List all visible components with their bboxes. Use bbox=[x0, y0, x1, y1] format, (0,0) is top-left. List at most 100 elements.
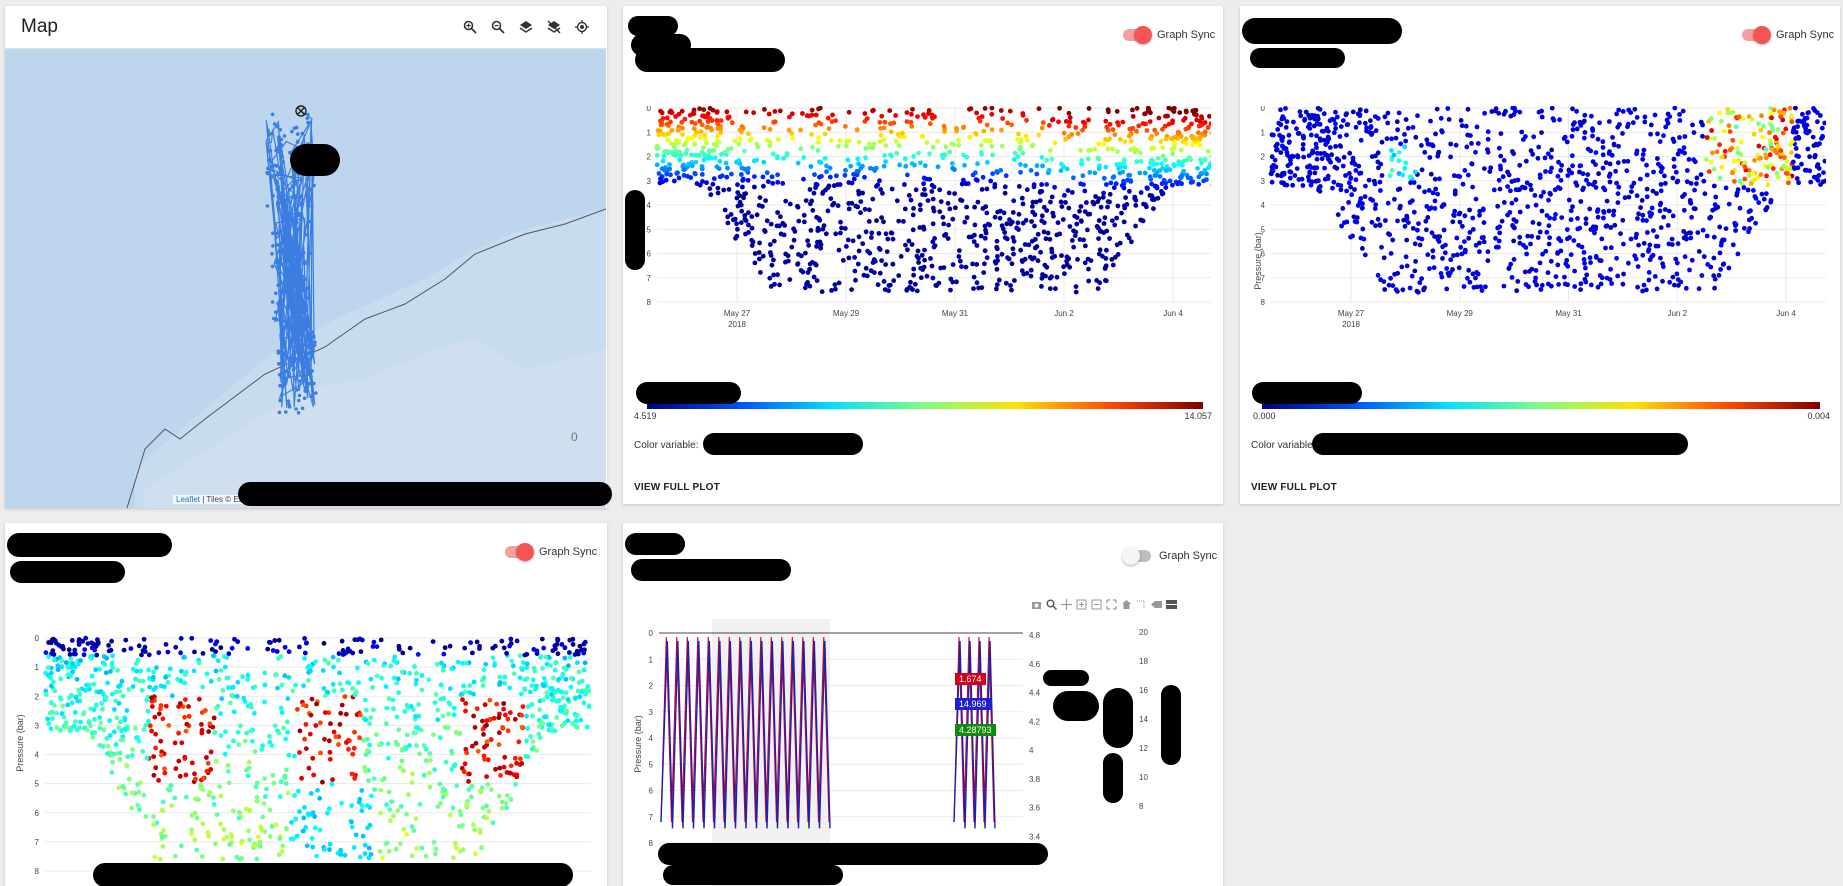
data-point bbox=[1789, 114, 1794, 120]
zoom-in-icon[interactable] bbox=[461, 18, 479, 36]
autoscale-icon[interactable] bbox=[1106, 599, 1117, 610]
track-point bbox=[283, 218, 287, 223]
data-point bbox=[106, 643, 111, 648]
data-point bbox=[1110, 262, 1116, 268]
redaction bbox=[636, 382, 741, 404]
data-point bbox=[752, 184, 757, 190]
data-point bbox=[576, 669, 582, 675]
spike-lines-icon[interactable] bbox=[1136, 599, 1147, 610]
data-point bbox=[484, 722, 489, 728]
data-point bbox=[146, 667, 152, 673]
data-point bbox=[419, 845, 425, 851]
graph-sync-switch[interactable] bbox=[1122, 547, 1151, 565]
data-point bbox=[1746, 217, 1752, 223]
zoom-out-icon[interactable] bbox=[1091, 599, 1102, 610]
data-point bbox=[559, 642, 565, 647]
layers-icon[interactable] bbox=[517, 18, 535, 36]
data-point bbox=[1694, 181, 1699, 187]
data-point bbox=[1622, 195, 1628, 201]
graph-sync-toggle[interactable]: Graph Sync bbox=[1123, 26, 1215, 44]
scatter-plot-3[interactable]: 012345678 Pressure (bar) bbox=[11, 623, 591, 886]
data-point bbox=[815, 227, 821, 233]
track-point bbox=[300, 131, 305, 136]
data-point bbox=[929, 115, 935, 120]
data-point bbox=[63, 725, 69, 730]
data-point bbox=[1566, 168, 1572, 174]
data-point bbox=[563, 676, 569, 682]
graph-sync-toggle[interactable]: Graph Sync bbox=[1122, 547, 1217, 565]
home-icon[interactable] bbox=[1121, 599, 1132, 610]
data-point bbox=[1024, 117, 1029, 123]
data-point bbox=[368, 676, 374, 682]
data-point bbox=[1636, 242, 1641, 248]
graph-sync-switch[interactable] bbox=[1742, 26, 1771, 44]
track-point bbox=[293, 241, 298, 246]
map-canvas[interactable]: 0 Leaflet | Tiles © Es bbox=[5, 49, 607, 508]
hover-compare-icon[interactable] bbox=[1166, 599, 1177, 610]
data-point bbox=[1425, 215, 1431, 220]
data-point bbox=[867, 207, 872, 213]
zoom-out-icon[interactable] bbox=[489, 18, 507, 36]
data-point bbox=[706, 156, 711, 161]
data-point bbox=[89, 653, 95, 659]
data-point bbox=[743, 109, 749, 115]
data-point bbox=[1061, 130, 1067, 136]
scatter-plot-2[interactable]: 012345678 May 27 May 29 May 31 Jun 2 Jun 420… bbox=[1246, 106, 1826, 386]
data-point bbox=[431, 839, 437, 845]
data-point bbox=[350, 751, 356, 757]
hover-closest-icon[interactable] bbox=[1151, 599, 1162, 610]
data-point bbox=[302, 636, 307, 641]
data-point bbox=[1281, 180, 1287, 186]
data-point bbox=[1615, 200, 1621, 205]
data-point bbox=[999, 143, 1005, 149]
scatter-plot-1[interactable]: 012345678 May 27 May 29 May 31 Jun 2 Jun 420… bbox=[631, 106, 1211, 386]
data-point bbox=[1475, 141, 1481, 146]
data-point bbox=[806, 242, 811, 248]
data-point bbox=[1644, 186, 1650, 192]
graph-sync-toggle[interactable]: Graph Sync bbox=[505, 543, 597, 561]
data-point bbox=[1299, 176, 1305, 182]
data-point bbox=[946, 190, 952, 196]
data-point bbox=[1535, 155, 1541, 161]
layers-clear-icon[interactable] bbox=[545, 18, 563, 36]
data-point bbox=[398, 804, 404, 809]
graph-sync-toggle[interactable]: Graph Sync bbox=[1742, 26, 1834, 44]
data-point bbox=[1355, 111, 1361, 117]
graph-sync-switch[interactable] bbox=[1123, 26, 1152, 44]
locate-icon[interactable] bbox=[573, 18, 591, 36]
leaflet-link[interactable]: Leaflet bbox=[176, 495, 200, 504]
data-point bbox=[123, 637, 129, 643]
zoom-in-icon[interactable] bbox=[1076, 599, 1087, 610]
track-point bbox=[307, 324, 312, 328]
data-point bbox=[252, 749, 258, 754]
data-point bbox=[442, 645, 448, 651]
data-point bbox=[1130, 114, 1136, 119]
data-point bbox=[1568, 252, 1574, 258]
data-point bbox=[1419, 167, 1425, 173]
data-point bbox=[1295, 153, 1300, 158]
data-point bbox=[1511, 257, 1517, 262]
data-point bbox=[484, 815, 490, 821]
data-point bbox=[735, 203, 741, 209]
tiles-attribution: | Tiles © Es bbox=[200, 495, 243, 504]
data-point bbox=[1005, 120, 1010, 126]
view-full-plot-button[interactable]: VIEW FULL PLOT bbox=[634, 482, 720, 493]
view-full-plot-button[interactable]: VIEW FULL PLOT bbox=[1251, 482, 1337, 493]
graph-sync-switch[interactable] bbox=[505, 543, 534, 561]
data-point bbox=[254, 780, 260, 786]
pan-icon[interactable] bbox=[1061, 599, 1072, 610]
camera-icon[interactable] bbox=[1031, 599, 1042, 610]
data-point bbox=[1301, 154, 1307, 160]
data-point bbox=[220, 856, 226, 862]
zoom-icon[interactable] bbox=[1046, 599, 1057, 610]
data-point bbox=[813, 112, 819, 118]
data-point bbox=[941, 221, 947, 227]
data-point bbox=[326, 806, 332, 811]
data-point bbox=[1448, 257, 1454, 263]
data-point bbox=[1759, 191, 1765, 197]
data-point bbox=[1316, 187, 1321, 193]
data-point bbox=[1512, 225, 1517, 231]
track-point bbox=[283, 229, 288, 233]
data-point bbox=[1511, 112, 1517, 117]
y-tick-label: 3 bbox=[1261, 177, 1266, 186]
